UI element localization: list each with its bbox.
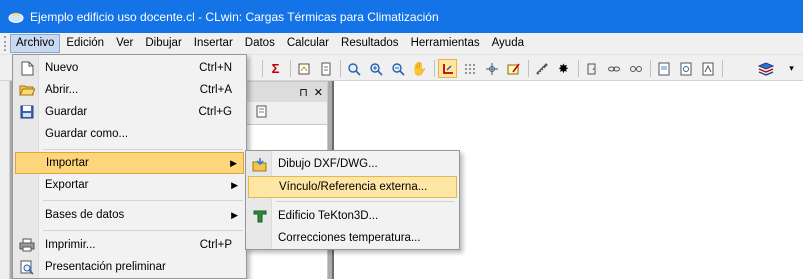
menu-ayuda[interactable]: Ayuda	[486, 34, 530, 53]
menu-item-label: Abrir...	[45, 84, 79, 96]
menu-resultados[interactable]: Resultados	[335, 34, 405, 53]
toolbar-separator	[340, 60, 341, 77]
toolbar-separator	[722, 60, 723, 77]
submenu-item-label: Vínculo/Referencia externa...	[279, 181, 428, 193]
menu-item-shortcut: Ctrl+G	[198, 106, 232, 118]
submenu-item-correcciones-temperatura[interactable]: Correcciones temperatura...	[248, 227, 457, 249]
save-disk-icon	[15, 101, 39, 123]
submenu-arrow-icon: ▶	[230, 157, 237, 168]
title-bar: Ejemplo edificio uso docente.cl - CLwin:…	[0, 0, 803, 33]
menu-insertar[interactable]: Insertar	[188, 34, 239, 53]
import-submenu: Dibujo DXF/DWG... Vínculo/Referencia ext…	[245, 150, 460, 250]
menu-item-shortcut: Ctrl+N	[199, 62, 232, 74]
ortho-mode-icon[interactable]	[438, 59, 457, 78]
sum-icon[interactable]: Σ	[266, 59, 285, 78]
zoom-icon[interactable]	[344, 59, 363, 78]
close-icon[interactable]: ✕	[314, 86, 323, 99]
toolbar-separator	[650, 60, 651, 77]
toolbar-separator	[578, 60, 579, 77]
menu-item-nuevo[interactable]: Nuevo Ctrl+N	[15, 57, 244, 79]
panel-toolbar	[245, 102, 327, 124]
menu-item-exportar[interactable]: Exportar ▶	[15, 174, 244, 196]
menu-ver[interactable]: Ver	[110, 34, 139, 53]
chain-icon[interactable]	[626, 59, 645, 78]
menu-separator	[43, 230, 243, 231]
toolbar-separator	[290, 60, 291, 77]
toolbar-overflow-icon[interactable]: ▾	[782, 59, 801, 78]
grid-icon[interactable]	[460, 59, 479, 78]
open-folder-icon	[15, 79, 39, 101]
submenu-separator	[276, 201, 454, 202]
edit-properties-icon[interactable]	[504, 59, 523, 78]
menu-separator	[43, 200, 243, 201]
pin-icon[interactable]: ⊓	[299, 86, 308, 99]
menu-item-label: Presentación preliminar	[45, 261, 166, 273]
menu-datos[interactable]: Datos	[239, 34, 281, 53]
calc-sheet-icon[interactable]	[294, 59, 313, 78]
report-icon[interactable]	[316, 59, 335, 78]
menu-item-label: Bases de datos	[45, 209, 125, 221]
pan-hand-icon[interactable]: ✋	[410, 59, 429, 78]
menu-item-label: Exportar	[45, 179, 89, 191]
menu-item-presentacion-preliminar[interactable]: Presentación preliminar	[15, 256, 244, 278]
menu-item-importar[interactable]: Importar ▶	[15, 152, 244, 174]
menu-item-imprimir[interactable]: Imprimir... Ctrl+P	[15, 234, 244, 256]
door-icon[interactable]	[582, 59, 601, 78]
menu-archivo[interactable]: Archivo	[10, 34, 61, 53]
plan-sheet-icon[interactable]	[698, 59, 717, 78]
menu-item-guardar[interactable]: Guardar Ctrl+G	[15, 101, 244, 123]
submenu-item-dxf-dwg[interactable]: Dibujo DXF/DWG...	[248, 153, 457, 175]
printer-icon	[15, 234, 39, 256]
window-title: Ejemplo edificio uso docente.cl - CLwin:…	[30, 9, 439, 24]
submenu-item-label: Correcciones temperatura...	[278, 232, 421, 244]
left-dock-strip	[0, 81, 10, 279]
menu-item-label: Guardar	[45, 106, 88, 118]
new-document-icon	[15, 57, 39, 79]
menu-bar: Archivo Edición Ver Dibujar Insertar Dat…	[0, 33, 803, 54]
tekton3d-icon	[248, 205, 272, 227]
menu-item-label: Imprimir...	[45, 239, 96, 251]
dxf-import-icon	[248, 153, 272, 175]
toolbar-separator	[262, 60, 263, 77]
explode-icon[interactable]: ✸	[554, 59, 573, 78]
menu-dibujar[interactable]: Dibujar	[139, 34, 187, 53]
page-setup-icon[interactable]	[654, 59, 673, 78]
panel-tool-icon[interactable]	[255, 105, 269, 122]
menu-item-abrir[interactable]: Abrir... Ctrl+A	[15, 79, 244, 101]
link-icon[interactable]	[604, 59, 623, 78]
menu-item-guardar-como[interactable]: Guardar como...	[15, 123, 244, 145]
toolbar-separator	[528, 60, 529, 77]
submenu-item-label: Edificio TeKton3D...	[278, 210, 379, 222]
menu-calcular[interactable]: Calcular	[281, 34, 335, 53]
file-menu-dropdown: Nuevo Ctrl+N Abrir... Ctrl+A Guardar Ctr…	[12, 54, 247, 279]
panel-titlebar: ⊓ ✕	[245, 82, 327, 102]
submenu-arrow-icon: ▶	[231, 209, 238, 220]
menu-item-shortcut: Ctrl+P	[199, 239, 232, 251]
app-icon[interactable]	[7, 8, 25, 26]
menu-item-shortcut: Ctrl+A	[199, 84, 232, 96]
submenu-item-label: Dibujo DXF/DWG...	[278, 158, 378, 170]
zoom-in-icon[interactable]	[366, 59, 385, 78]
menu-herramientas[interactable]: Herramientas	[405, 34, 486, 53]
submenu-arrow-icon: ▶	[231, 179, 238, 190]
menu-separator	[43, 149, 243, 150]
menu-edicion[interactable]: Edición	[60, 34, 110, 53]
layers-icon[interactable]	[756, 59, 775, 78]
submenu-item-tekton3d[interactable]: Edificio TeKton3D...	[248, 205, 457, 227]
print-preview-icon	[15, 256, 39, 278]
menu-item-label: Importar	[46, 157, 89, 169]
toolbar-separator	[434, 60, 435, 77]
menu-item-label: Nuevo	[45, 62, 79, 74]
menu-item-bases-de-datos[interactable]: Bases de datos ▶	[15, 204, 244, 226]
snap-icon[interactable]	[482, 59, 501, 78]
menu-item-label: Guardar como...	[45, 128, 129, 140]
measure-icon[interactable]	[532, 59, 551, 78]
zoom-out-icon[interactable]	[388, 59, 407, 78]
submenu-item-vinculo-referencia[interactable]: Vínculo/Referencia externa...	[248, 176, 457, 198]
document-icon[interactable]	[676, 59, 695, 78]
